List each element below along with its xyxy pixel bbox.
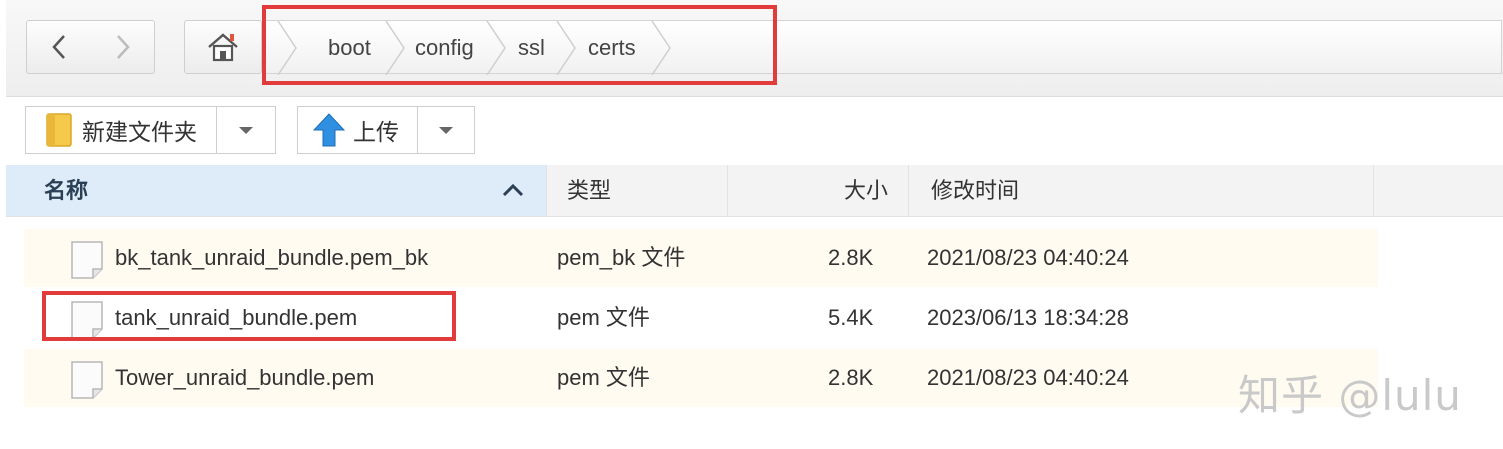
file-size: 5.4K xyxy=(828,305,874,330)
file-size: 2.8K xyxy=(828,245,874,270)
folder-icon xyxy=(46,113,72,147)
column-header-modified-label: 修改时间 xyxy=(931,178,1020,203)
breadcrumb-separator-icon xyxy=(486,21,506,75)
forward-button[interactable] xyxy=(91,20,155,74)
breadcrumb-separator-icon xyxy=(277,21,297,75)
column-header-row: 名称 类型 大小 修改时间 xyxy=(6,165,1503,217)
file-row[interactable]: tank_unraid_bundle.pem pem 文件 5.4K 2023/… xyxy=(24,289,1378,347)
column-header-name[interactable]: 名称 xyxy=(6,165,547,216)
file-type: pem_bk 文件 xyxy=(557,245,686,270)
file-modified: 2023/06/13 18:34:28 xyxy=(927,305,1129,330)
home-button[interactable] xyxy=(184,20,262,74)
upload-label: 上传 xyxy=(353,119,399,145)
file-name[interactable]: bk_tank_unraid_bundle.pem_bk xyxy=(115,229,428,287)
file-size: 2.8K xyxy=(828,365,874,390)
new-folder-dropdown[interactable] xyxy=(216,107,275,153)
file-name[interactable]: tank_unraid_bundle.pem xyxy=(115,289,357,347)
caret-down-icon xyxy=(239,126,253,134)
chevron-left-icon xyxy=(52,35,65,59)
sort-ascending-icon xyxy=(502,183,524,197)
file-icon xyxy=(71,301,103,339)
column-header-name-label: 名称 xyxy=(44,178,89,203)
breadcrumb-item-boot[interactable]: boot xyxy=(328,21,371,75)
file-type: pem 文件 xyxy=(557,365,650,390)
upload-arrow-icon xyxy=(313,113,345,147)
breadcrumb-separator-icon xyxy=(385,21,405,75)
breadcrumb-item-certs[interactable]: certs xyxy=(588,21,636,75)
column-header-type-label: 类型 xyxy=(567,178,612,203)
file-modified: 2021/08/23 04:40:24 xyxy=(927,365,1129,390)
caret-down-icon xyxy=(439,126,453,134)
breadcrumb: boot config ssl certs xyxy=(262,20,1502,75)
breadcrumb-item-ssl[interactable]: ssl xyxy=(518,21,545,75)
column-header-size[interactable]: 大小 xyxy=(728,165,909,216)
file-type: pem 文件 xyxy=(557,305,650,330)
file-icon xyxy=(71,241,103,279)
column-header-size-label: 大小 xyxy=(843,178,888,203)
upload-dropdown[interactable] xyxy=(417,107,474,153)
new-folder-label: 新建文件夹 xyxy=(82,119,197,145)
watermark: 知乎 @lulu xyxy=(1238,371,1462,420)
new-folder-button[interactable]: 新建文件夹 xyxy=(25,106,276,154)
column-header-modified[interactable]: 修改时间 xyxy=(909,165,1374,216)
file-row[interactable]: Tower_unraid_bundle.pem pem 文件 2.8K 2021… xyxy=(24,349,1378,407)
file-icon xyxy=(71,361,103,399)
back-button[interactable] xyxy=(26,20,92,74)
home-icon xyxy=(208,33,238,62)
file-row[interactable]: bk_tank_unraid_bundle.pem_bk pem_bk 文件 2… xyxy=(24,229,1378,287)
breadcrumb-item-config[interactable]: config xyxy=(415,21,474,75)
breadcrumb-separator-icon xyxy=(651,21,671,75)
chevron-right-icon xyxy=(116,35,130,59)
column-header-type[interactable]: 类型 xyxy=(547,165,728,216)
file-modified: 2021/08/23 04:40:24 xyxy=(927,245,1129,270)
breadcrumb-separator-icon xyxy=(556,21,576,75)
file-name[interactable]: Tower_unraid_bundle.pem xyxy=(115,349,374,407)
upload-button[interactable]: 上传 xyxy=(297,106,475,154)
